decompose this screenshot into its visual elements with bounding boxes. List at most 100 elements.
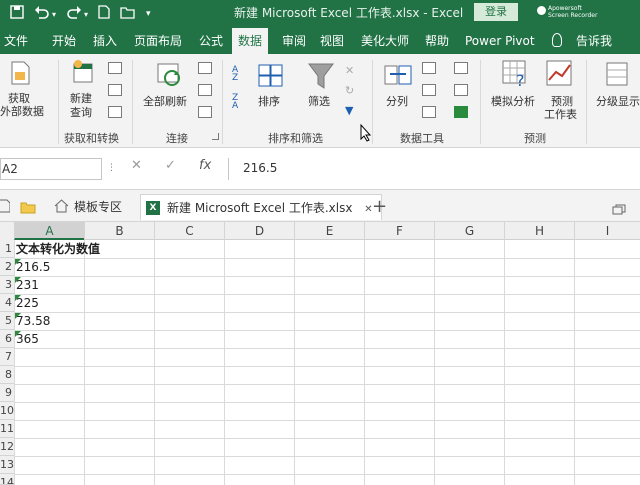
column-header-a[interactable]: A [14, 222, 84, 240]
tab-file[interactable]: 文件 [4, 28, 28, 54]
column-header-e[interactable]: E [294, 222, 364, 240]
customize-toolbar-icon[interactable]: ▾ [146, 9, 151, 19]
folder-icon[interactable] [20, 199, 36, 218]
select-all-corner[interactable] [0, 222, 14, 240]
tab-view[interactable]: 视图 [320, 28, 344, 54]
tell-me-search[interactable]: 告诉我 [576, 28, 612, 54]
active-workbook-title: 新建 Microsoft Excel 工作表.xlsx [167, 201, 353, 215]
row-header-4[interactable]: 4 [0, 294, 14, 312]
new-doc-icon[interactable] [0, 198, 11, 217]
reapply-filter-icon[interactable]: ↻ [345, 84, 357, 97]
tab-help[interactable]: 帮助 [425, 28, 449, 54]
tab-power-pivot[interactable]: Power Pivot [465, 28, 535, 54]
edit-links-icon[interactable] [198, 106, 212, 118]
cell-a2[interactable]: 216.5 [16, 258, 50, 276]
row-header-8[interactable]: 8 [0, 366, 14, 384]
save-icon[interactable] [10, 5, 24, 23]
row-header-11[interactable]: 11 [0, 420, 14, 438]
row-header-2[interactable]: 2 [0, 258, 14, 276]
get-data-icon [10, 60, 32, 90]
relationships-icon[interactable] [454, 84, 468, 96]
properties-icon[interactable] [198, 84, 212, 96]
ribbon-separator [58, 60, 59, 144]
redo-dropdown-icon[interactable]: ▾ [84, 10, 88, 19]
row-header-7[interactable]: 7 [0, 348, 14, 366]
tab-active-workbook[interactable]: X 新建 Microsoft Excel 工作表.xlsx ✕ [140, 194, 382, 220]
name-box[interactable]: A2 [0, 158, 102, 180]
tab-home[interactable]: 开始 [52, 28, 76, 54]
column-header-f[interactable]: F [364, 222, 434, 240]
column-header-h[interactable]: H [504, 222, 574, 240]
column-header-d[interactable]: D [224, 222, 294, 240]
number-as-text-indicator-icon [15, 277, 21, 283]
row-header-12[interactable]: 12 [0, 438, 14, 456]
name-box-dropdown-icon[interactable]: ⋮ [107, 163, 116, 173]
filter-label: 筛选 [308, 95, 330, 108]
recent-sources-icon[interactable] [108, 106, 122, 118]
gridline [14, 366, 640, 367]
undo-icon[interactable] [34, 5, 50, 23]
gridline [14, 420, 640, 421]
remove-duplicates-icon[interactable] [422, 84, 436, 96]
row-header-6[interactable]: 6 [0, 330, 14, 348]
row-header-14[interactable]: 14 [0, 474, 14, 485]
login-button[interactable]: 登录 [474, 3, 518, 21]
tab-beautify[interactable]: 美化大师 [361, 28, 409, 54]
number-as-text-indicator-icon [15, 259, 21, 265]
ribbon-separator [586, 60, 587, 144]
sort-a-to-z-icon[interactable]: A Z [232, 66, 238, 83]
column-header-i[interactable]: I [574, 222, 640, 240]
sort-z-to-a-icon[interactable]: Z A [232, 94, 238, 111]
home-icon [54, 198, 69, 217]
get-data-label-1: 获取 [8, 92, 30, 105]
tab-data[interactable]: 数据 [232, 28, 269, 54]
new-file-icon[interactable] [98, 5, 110, 23]
outline-icon [606, 62, 630, 92]
show-queries-icon[interactable] [108, 62, 122, 74]
open-file-icon[interactable] [120, 5, 136, 23]
tab-formulas[interactable]: 公式 [199, 28, 223, 54]
svg-text:?: ? [516, 71, 525, 88]
gridline [14, 456, 640, 457]
row-header-13[interactable]: 13 [0, 456, 14, 474]
insert-function-icon[interactable]: fx [199, 158, 211, 173]
number-as-text-indicator-icon [15, 313, 21, 319]
worksheet-grid[interactable]: A B C D E F G H I 1 2 3 4 5 6 7 8 9 10 1… [0, 222, 640, 485]
row-header-3[interactable]: 3 [0, 276, 14, 294]
window-title: 新建 Microsoft Excel 工作表.xlsx - Excel [234, 6, 464, 20]
ribbon-separator [222, 60, 223, 144]
advanced-filter-icon[interactable]: ▼ [345, 104, 357, 117]
consolidate-icon[interactable] [454, 62, 468, 74]
connections-icon[interactable] [198, 62, 212, 74]
add-tab-icon[interactable]: + [372, 194, 387, 220]
connections-launcher-icon[interactable] [212, 133, 219, 140]
ribbon-separator [132, 60, 133, 144]
tab-template-zone[interactable]: 模板专区 [74, 194, 122, 220]
cancel-entry-icon[interactable]: ✕ [131, 158, 142, 173]
redo-icon[interactable] [66, 5, 82, 23]
data-validation-icon[interactable] [422, 106, 436, 118]
gridline [14, 348, 640, 349]
column-header-b[interactable]: B [84, 222, 154, 240]
clear-filter-icon[interactable]: ✕ [345, 64, 357, 77]
tab-review[interactable]: 审阅 [282, 28, 306, 54]
tab-insert[interactable]: 插入 [93, 28, 117, 54]
row-header-9[interactable]: 9 [0, 384, 14, 402]
column-header-c[interactable]: C [154, 222, 224, 240]
flash-fill-icon[interactable] [422, 62, 436, 74]
recorder-line-2: Screen Recorder [548, 12, 598, 19]
undo-dropdown-icon[interactable]: ▾ [52, 10, 56, 19]
row-header-1[interactable]: 1 [0, 240, 14, 258]
cell-a1[interactable]: 文本转化为数值 [16, 240, 100, 258]
row-header-10[interactable]: 10 [0, 402, 14, 420]
manage-data-model-icon[interactable] [454, 106, 468, 118]
get-data-label-2: 外部数据 [0, 105, 44, 118]
restore-window-icon[interactable] [612, 200, 626, 219]
tab-page-layout[interactable]: 页面布局 [134, 28, 182, 54]
cell-a5[interactable]: 73.58 [16, 312, 50, 330]
column-header-g[interactable]: G [434, 222, 504, 240]
confirm-entry-icon[interactable]: ✓ [165, 158, 176, 173]
formula-input[interactable]: 216.5 [228, 158, 640, 180]
from-table-icon[interactable] [108, 84, 122, 96]
row-header-5[interactable]: 5 [0, 312, 14, 330]
